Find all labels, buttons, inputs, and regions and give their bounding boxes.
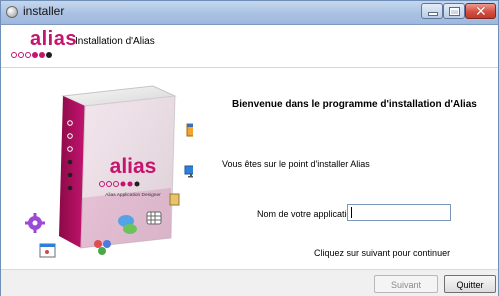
minimize-icon (429, 13, 437, 15)
continue-hint: Cliquez sur suivant pour continuer (314, 248, 451, 258)
maximize-icon (450, 8, 459, 15)
window-icon (39, 243, 56, 258)
installer-footer: Suivant Quitter (1, 269, 498, 296)
box-logo-text: alias (110, 155, 157, 178)
header-title: Installation d'Alias (75, 36, 155, 47)
maximize-button[interactable] (443, 3, 465, 19)
gear-icon (25, 213, 45, 233)
document-icon (169, 193, 180, 206)
grid-icon (146, 211, 162, 225)
text-caret (351, 207, 352, 218)
welcome-content: alias Alias Application Designer Bienven… (1, 68, 498, 269)
title-bar[interactable]: installer ✕ (1, 1, 498, 25)
calendar-icon (186, 123, 193, 137)
welcome-heading: Bienvenue dans le programme d'installati… (232, 99, 477, 110)
quit-button[interactable]: Quitter (444, 275, 496, 293)
intro-text: Vous êtes sur le point d'installer Alias (222, 159, 370, 169)
product-box-illustration: alias Alias Application Designer (25, 85, 193, 258)
installer-header: alias Installation d'Alias (1, 25, 498, 68)
alias-logo: alias (7, 28, 76, 64)
window-title: installer (23, 4, 65, 18)
app-icon (6, 6, 18, 18)
app-name-label: Nom de votre application (257, 209, 357, 219)
logo-dots (11, 52, 53, 58)
logo-text: alias (30, 28, 77, 50)
app-name-input[interactable] (347, 204, 451, 221)
installer-window: installer ✕ alias Installation d'Alias a… (0, 0, 499, 296)
next-button[interactable]: Suivant (374, 275, 438, 293)
minimize-button[interactable] (421, 3, 443, 19)
close-icon: ✕ (475, 3, 487, 19)
box-subtitle: Alias Application Designer (105, 192, 161, 198)
close-button[interactable]: ✕ (465, 3, 496, 19)
monitor-icon (184, 165, 193, 178)
